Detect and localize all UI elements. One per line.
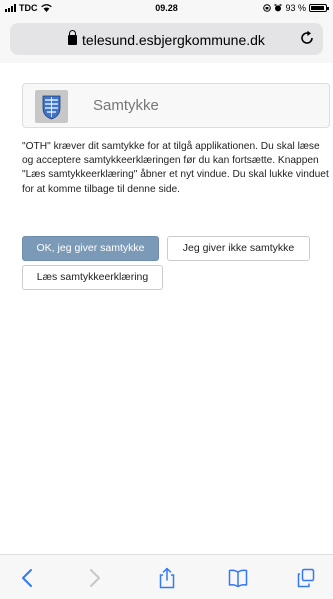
browser-top-chrome: TDC 09.28 93 % telesund.esbjergkommune.d…: [0, 0, 333, 63]
page-title: Samtykke: [93, 97, 159, 114]
address-bar-content: telesund.esbjergkommune.dk: [10, 30, 323, 48]
alarm-icon: [274, 4, 282, 12]
battery-percentage: 93 %: [285, 3, 306, 13]
url-text: telesund.esbjergkommune.dk: [82, 32, 265, 48]
browser-bottom-toolbar: [0, 554, 333, 599]
read-consent-button[interactable]: Læs samtykkeerklæring: [22, 265, 163, 290]
consent-description: "OTH" kræver dit samtykke for at tilgå a…: [22, 141, 329, 195]
tabs-icon[interactable]: [296, 567, 316, 589]
back-icon[interactable]: [18, 567, 38, 589]
accept-consent-button[interactable]: OK, jeg giver samtykke: [22, 236, 159, 261]
address-bar[interactable]: telesund.esbjergkommune.dk: [10, 23, 323, 55]
forward-icon: [90, 569, 100, 587]
municipality-crest-logo: [35, 90, 68, 123]
status-bar: TDC 09.28 93 %: [0, 0, 333, 18]
lock-icon: [68, 30, 78, 45]
status-right: 93 %: [263, 3, 329, 13]
orientation-lock-icon: [263, 4, 272, 12]
bookmarks-icon[interactable]: [228, 567, 248, 589]
share-icon[interactable]: [157, 567, 177, 589]
battery-icon: [309, 4, 329, 12]
reload-icon[interactable]: [299, 30, 315, 46]
decline-consent-button[interactable]: Jeg giver ikke samtykke: [167, 236, 310, 261]
consent-header-card: Samtykke: [22, 83, 330, 128]
